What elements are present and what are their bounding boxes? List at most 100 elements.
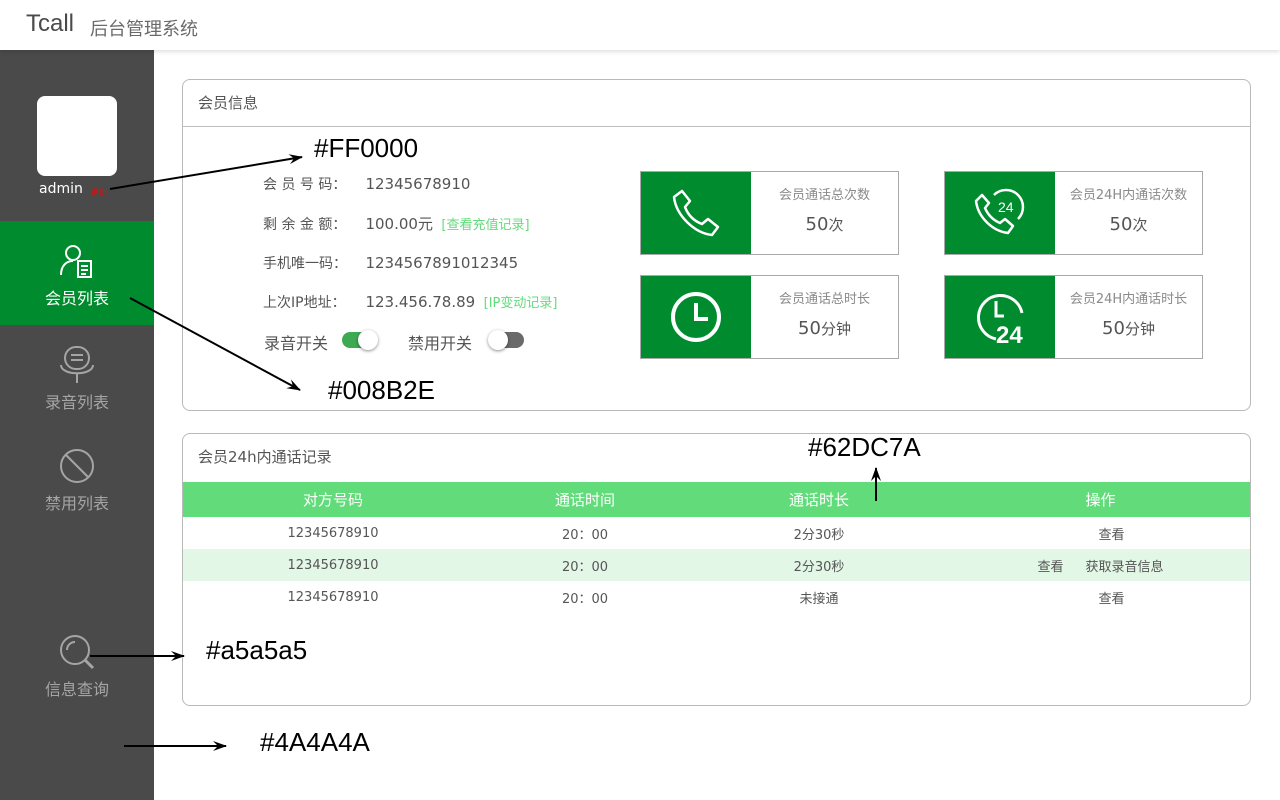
stat-number: 50 [1102, 318, 1125, 339]
stat-icon-box [641, 276, 751, 358]
cell-actions: 查看 [951, 517, 1250, 549]
field-value: 1234567891012345 [365, 254, 519, 272]
view-link[interactable]: 查看 [1098, 528, 1124, 543]
stat-value: 50次 [751, 214, 898, 235]
column-header: 通话时长 [788, 491, 849, 509]
member-number-row: 会 员 号 码： 12345678910 [263, 174, 470, 194]
admin-username: admin [39, 181, 83, 197]
field-label: 上次IP地址： [263, 295, 346, 311]
clock-24-icon: 24 [976, 293, 1024, 345]
sidebar-item-recordings[interactable]: 录音列表 [0, 325, 154, 429]
cell-number: 12345678910 [287, 525, 379, 541]
stat-icon-box [641, 172, 751, 254]
stat-card-total-duration: 会员通话总时长 50分钟 [640, 275, 899, 359]
stat-number: 50 [798, 318, 821, 339]
ip-history-link[interactable]: [IP变动记录] [484, 296, 558, 311]
stat-title: 会员24H内通话时长 [1069, 292, 1188, 307]
microphone-icon [60, 346, 94, 383]
cell-number: 12345678910 [287, 589, 379, 605]
table-header-row: 对方号码 通话时间 通话时长 操作 [183, 482, 1250, 517]
system-subtitle: 后台管理系统 [90, 19, 198, 40]
annotation-light-green: #62DC7A [808, 432, 921, 462]
brand-logo: Tcall [26, 10, 75, 37]
search-icon [60, 635, 95, 670]
stat-number: 50 [1109, 214, 1133, 235]
recording-toggle[interactable] [342, 330, 378, 350]
sidebar: admin 退出 会员列表 录音列表 禁用列表 信息查询 [0, 50, 154, 800]
field-label: 会 员 号 码： [263, 177, 347, 193]
stat-value: 50次 [1055, 214, 1202, 235]
cell-actions: 查看 获取录音信息 [951, 549, 1250, 581]
cell-time: 20：00 [561, 559, 609, 575]
panel-title: 会员信息 [183, 80, 1250, 127]
annotation-red: #FF0000 [314, 133, 419, 163]
stat-value: 50分钟 [1055, 318, 1202, 339]
field-value: 100.00元 [365, 215, 433, 233]
device-id-row: 手机唯一码： 1234567891012345 [263, 253, 518, 273]
view-link[interactable]: 查看 [1037, 556, 1063, 575]
table-row: 12345678910 20：00 2分30秒 查看 [183, 517, 1250, 549]
stat-icon-box: 24 [945, 276, 1055, 358]
call-records-panel: 会员24h内通话记录 对方号码 通话时间 通话时长 操作 12345678910… [182, 433, 1251, 706]
sidebar-item-ban-list[interactable]: 禁用列表 [0, 426, 154, 530]
sidebar-item-member-list[interactable]: 会员列表 [0, 221, 154, 325]
stat-unit: 次 [828, 216, 844, 234]
sidebar-item-label: 录音列表 [44, 393, 109, 412]
stat-number: 50 [805, 214, 829, 235]
ban-icon [60, 449, 94, 483]
logout-link[interactable]: 退出 [91, 187, 107, 198]
member-info-panel: 会员信息 会 员 号 码： 12345678910 剩 余 金 额： 100.0… [182, 79, 1251, 411]
recording-toggle-label: 录音开关 [264, 334, 329, 353]
field-label: 剩 余 金 额： [263, 217, 347, 233]
table-row: 12345678910 20：00 2分30秒 查看 获取录音信息 [183, 549, 1250, 581]
toggle-knob [358, 330, 378, 350]
ban-toggle[interactable] [488, 330, 524, 350]
stat-card-24h-calls: 24 会员24H内通话次数 50次 [944, 171, 1203, 255]
toggle-knob [488, 330, 508, 350]
phone-icon [672, 189, 720, 237]
stat-title: 会员通话总次数 [778, 188, 870, 203]
balance-row: 剩 余 金 额： 100.00元 [查看充值记录] [263, 213, 530, 234]
cell-actions: 查看 [951, 581, 1250, 613]
sidebar-item-info-query[interactable]: 信息查询 [0, 612, 154, 716]
cell-time: 20：00 [561, 527, 609, 543]
stat-title: 会员通话总时长 [778, 292, 870, 307]
ban-toggle-label: 禁用开关 [408, 334, 473, 353]
cell-number: 12345678910 [287, 557, 379, 573]
call-records-table: 对方号码 通话时间 通话时长 操作 12345678910 20：00 2分30… [183, 482, 1250, 613]
top-bar: Tcall 后台管理系统 [0, 0, 1280, 50]
avatar[interactable] [37, 96, 117, 176]
sidebar-item-label: 会员列表 [44, 289, 109, 308]
column-header: 对方号码 [302, 491, 363, 509]
column-header: 操作 [1085, 491, 1116, 509]
last-ip-row: 上次IP地址： 123.456.78.89 [IP变动记录] [263, 292, 557, 312]
stat-card-24h-duration: 24 会员24H内通话时长 50分钟 [944, 275, 1203, 359]
stat-unit: 分钟 [820, 320, 851, 338]
cell-duration: 未接通 [799, 591, 839, 607]
stat-unit: 次 [1132, 216, 1148, 234]
member-list-icon [60, 245, 92, 278]
panel-title: 会员24h内通话记录 [198, 448, 332, 466]
sidebar-item-label: 信息查询 [44, 680, 109, 699]
field-value: 123.456.78.89 [365, 293, 476, 311]
clock-icon [671, 292, 721, 342]
cell-duration: 2分30秒 [793, 559, 845, 575]
recharge-history-link[interactable]: [查看充值记录] [441, 218, 529, 233]
stat-unit: 分钟 [1124, 320, 1155, 338]
stat-value: 50分钟 [751, 318, 898, 339]
cell-time: 20：00 [561, 591, 609, 607]
stat-title: 会员24H内通话次数 [1069, 188, 1188, 203]
field-value: 12345678910 [365, 175, 471, 193]
stat-card-total-calls: 会员通话总次数 50次 [640, 171, 899, 255]
stat-icon-box: 24 [945, 172, 1055, 254]
annotation-gray: #a5a5a5 [206, 635, 308, 665]
svg-text:24: 24 [998, 199, 1014, 215]
view-link[interactable]: 查看 [1098, 592, 1124, 607]
table-row: 12345678910 20：00 未接通 查看 [183, 581, 1250, 613]
svg-text:24: 24 [996, 322, 1023, 345]
cell-duration: 2分30秒 [793, 527, 845, 543]
get-recording-link[interactable]: 获取录音信息 [1086, 560, 1164, 575]
annotation-dark-gray: #4A4A4A [260, 727, 370, 757]
column-header: 通话时间 [554, 491, 615, 509]
field-label: 手机唯一码： [263, 256, 347, 272]
